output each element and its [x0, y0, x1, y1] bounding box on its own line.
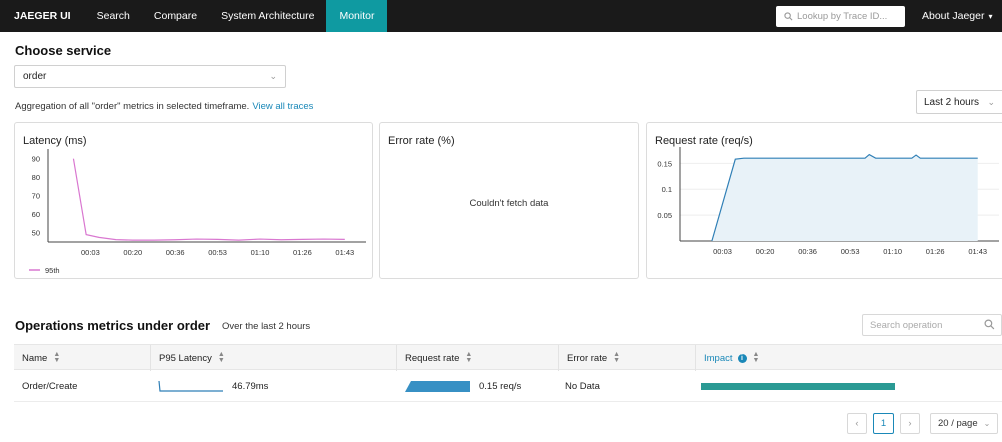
- operations-heading: Operations metrics under order: [15, 318, 211, 333]
- info-icon[interactable]: i: [737, 353, 747, 363]
- error-rate-message: Couldn't fetch data: [469, 198, 549, 209]
- x-tick-label: 00:53: [208, 248, 227, 257]
- column-header-label: Request rate: [405, 352, 460, 364]
- latency-card: Latency (ms) 50 60 70 80 90 00:03 00:20 00:36 00…: [14, 122, 373, 279]
- y-tick-label: 0.1: [662, 185, 672, 194]
- trace-id-input[interactable]: [797, 11, 897, 22]
- brand-logo[interactable]: JAEGER UI: [0, 0, 85, 32]
- prev-page-button[interactable]: ‹: [847, 413, 867, 434]
- aggregation-description: Aggregation of all "order" metrics in se…: [15, 101, 313, 112]
- nav-monitor[interactable]: Monitor: [326, 0, 388, 32]
- next-page-button[interactable]: ›: [900, 413, 920, 434]
- y-tick-label: 0.05: [657, 211, 672, 220]
- y-tick-label: 90: [32, 155, 40, 164]
- operations-table: Name ▲ ▼ P95 Latency ▲ ▼ Request rate ▲ ▼ E…: [14, 344, 1002, 402]
- sort-icon[interactable]: ▲ ▼: [753, 351, 760, 364]
- x-tick-label: 01:10: [251, 248, 270, 257]
- service-select[interactable]: order ⌄: [14, 65, 286, 88]
- impact-bar: [701, 382, 895, 390]
- operation-name[interactable]: Order/Create: [22, 370, 77, 402]
- search-icon: [984, 319, 995, 330]
- latency-sparkline: [158, 380, 223, 392]
- chevron-down-icon: ⌄: [269, 71, 277, 81]
- about-jaeger-menu[interactable]: About Jaeger ▾: [922, 0, 992, 32]
- chevron-down-icon: ▾: [988, 11, 993, 21]
- x-tick-label: 00:53: [841, 247, 860, 256]
- x-tick-label: 00:36: [798, 247, 817, 256]
- chevron-down-icon: ⌄: [987, 97, 995, 107]
- table-header: Name ▲ ▼ P95 Latency ▲ ▼ Request rate ▲ ▼ E…: [14, 344, 1002, 371]
- y-tick-label: 60: [32, 210, 40, 219]
- impact-cell: [701, 370, 895, 402]
- chevron-down-icon: ⌄: [983, 419, 991, 428]
- sort-icon[interactable]: ▲ ▼: [613, 351, 620, 364]
- nav-system-architecture[interactable]: System Architecture: [209, 0, 326, 32]
- nav-search[interactable]: Search: [85, 0, 142, 32]
- page-1-button[interactable]: 1: [873, 413, 894, 434]
- series-line: [72, 158, 345, 241]
- column-header-label: Impact: [704, 352, 733, 364]
- error-rate-value: No Data: [565, 380, 600, 392]
- column-header-p95-latency[interactable]: P95 Latency ▲ ▼: [151, 345, 397, 371]
- timeframe-select[interactable]: Last 2 hours ⌄: [916, 90, 1002, 114]
- aggregation-text: Aggregation of all "order" metrics in se…: [15, 101, 250, 112]
- column-header-label: Error rate: [567, 352, 608, 364]
- x-tick-label: 00:20: [123, 248, 142, 257]
- sort-icon[interactable]: ▲ ▼: [465, 351, 472, 364]
- request-rate-chart: 0.05 0.1 0.15 00:03 00:20 00:36 00:53 01:10 01:2…: [657, 147, 999, 256]
- choose-service-heading: Choose service: [15, 43, 112, 58]
- x-tick-label: 01:26: [293, 248, 312, 257]
- p95-latency-cell: 46.79ms: [158, 370, 268, 402]
- request-rate-card: Request rate (req/s) 0.05 0.1 0.15 00:03 00:…: [646, 122, 1002, 279]
- operation-search-input[interactable]: [870, 319, 980, 331]
- operations-subheading: Over the last 2 hours: [222, 321, 311, 332]
- p95-latency-value: 46.79ms: [232, 380, 269, 392]
- column-header-request-rate[interactable]: Request rate ▲ ▼: [397, 345, 559, 371]
- column-header-name[interactable]: Name ▲ ▼: [14, 345, 151, 371]
- request-rate-sparkline: [405, 381, 470, 392]
- view-all-traces-link[interactable]: View all traces: [252, 101, 313, 112]
- page-size-value: 20 / page: [938, 418, 978, 429]
- x-tick-label: 00:36: [166, 248, 185, 257]
- search-icon: [784, 12, 793, 21]
- x-tick-label: 01:26: [926, 247, 945, 256]
- series-area: [711, 154, 978, 241]
- nav-compare[interactable]: Compare: [142, 0, 209, 32]
- y-tick-label: 0.15: [657, 159, 672, 168]
- timeframe-value: Last 2 hours: [924, 96, 980, 108]
- error-rate-card-title: Error rate (%): [388, 135, 455, 147]
- table-row[interactable]: Order/Create 46.79ms 0.15 req/s No Data: [14, 370, 1002, 402]
- error-rate-card: Error rate (%) Couldn't fetch data: [379, 122, 639, 279]
- operation-search[interactable]: [862, 314, 1002, 336]
- x-tick-label: 01:10: [883, 247, 902, 256]
- column-header-impact[interactable]: Impact i ▲ ▼: [696, 345, 1002, 371]
- y-tick-label: 50: [32, 229, 40, 238]
- column-header-label: P95 Latency: [159, 352, 212, 364]
- x-tick-label: 01:43: [968, 247, 987, 256]
- service-select-value: order: [23, 71, 47, 82]
- page-size-select[interactable]: 20 / page ⌄: [930, 413, 998, 434]
- x-tick-label: 01:43: [335, 248, 354, 257]
- request-rate-cell: 0.15 req/s: [405, 370, 521, 402]
- y-tick-label: 70: [32, 192, 40, 201]
- trace-id-search[interactable]: [776, 6, 905, 27]
- request-rate-value: 0.15 req/s: [479, 380, 522, 392]
- latency-chart: 50 60 70 80 90 00:03 00:20 00:36 00:53 01:10 01:26…: [29, 149, 366, 275]
- y-tick-label: 80: [32, 173, 40, 182]
- about-jaeger-label: About Jaeger: [922, 10, 985, 22]
- column-header-error-rate[interactable]: Error rate ▲ ▼: [559, 345, 696, 371]
- column-header-label: Name: [22, 352, 48, 364]
- x-tick-label: 00:03: [713, 247, 732, 256]
- legend-label: 95th: [45, 266, 60, 275]
- sort-icon[interactable]: ▲ ▼: [53, 351, 60, 364]
- x-tick-label: 00:20: [756, 247, 775, 256]
- sort-icon[interactable]: ▲ ▼: [218, 351, 225, 364]
- x-tick-label: 00:03: [81, 248, 100, 257]
